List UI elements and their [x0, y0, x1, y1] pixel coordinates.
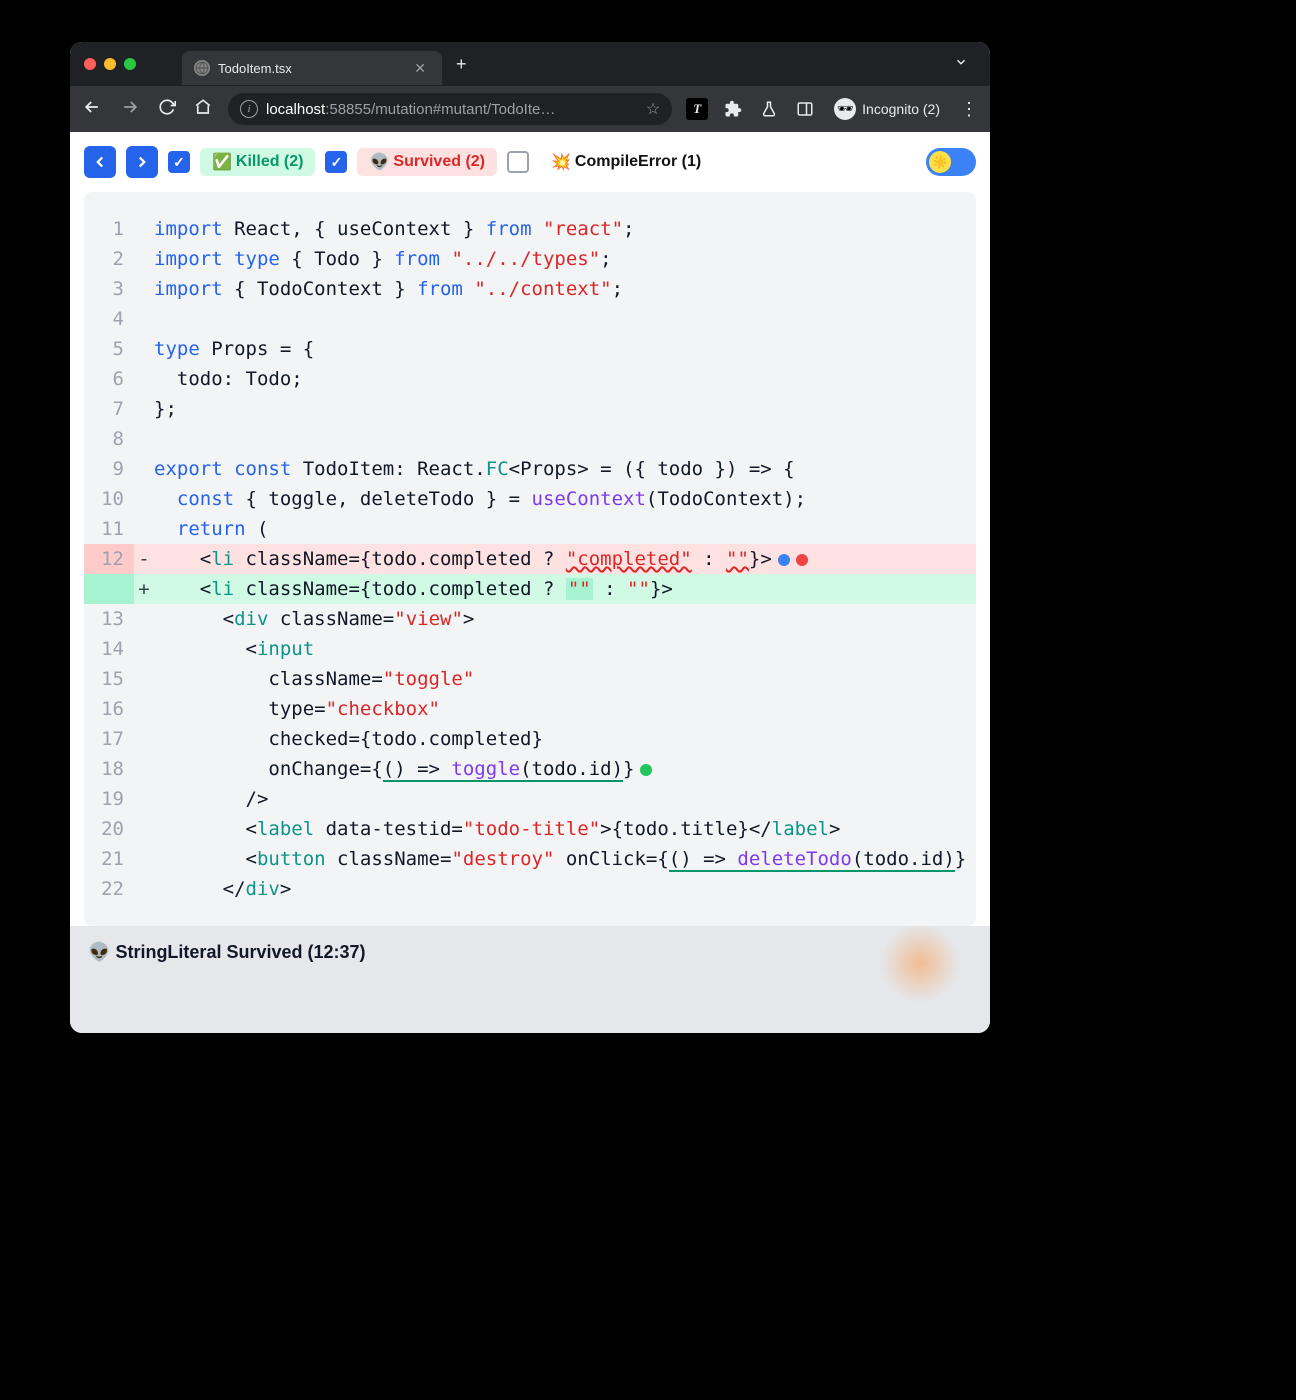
incognito-badge[interactable]: 🕶 Incognito (2) [830, 96, 944, 122]
cursor-glow [880, 923, 960, 1003]
code-text: <li className={todo.completed ? "complet… [154, 544, 808, 574]
mutant-marker-icon[interactable] [796, 554, 808, 566]
code-text: const { toggle, deleteTodo } = useContex… [154, 484, 806, 514]
status-text: StringLiteral Survived (12:37) [115, 942, 365, 962]
line-number: 11 [84, 514, 134, 544]
line-number: 2 [84, 244, 134, 274]
labs-icon[interactable] [758, 98, 780, 120]
line-number: 21 [84, 844, 134, 874]
bookmark-icon[interactable]: ☆ [646, 99, 660, 119]
line-number: 17 [84, 724, 134, 754]
code-text: }; [154, 394, 177, 424]
filter-compileerror-checkbox[interactable] [507, 151, 529, 173]
close-tab-button[interactable]: ✕ [410, 60, 430, 77]
diff-plus-sign: + [134, 574, 154, 604]
app-toolbar: ✅Killed (2) 👽Survived (2) 💥CompileError … [70, 132, 990, 192]
globe-icon [194, 60, 210, 76]
filter-killed-pill[interactable]: ✅Killed (2) [200, 148, 315, 176]
address-bar[interactable]: i localhost:58855/mutation#mutant/TodoIt… [228, 93, 672, 125]
diff-minus-sign: - [134, 544, 154, 574]
tabs-dropdown-button[interactable] [940, 55, 982, 74]
line-number: 22 [84, 874, 134, 904]
code-text: return ( [154, 514, 268, 544]
line-number: 5 [84, 334, 134, 364]
prev-mutant-button[interactable] [84, 146, 116, 178]
code-view[interactable]: 1 import React, { useContext } from "reac… [84, 192, 976, 926]
line-number: 8 [84, 424, 134, 454]
back-button[interactable] [80, 95, 104, 124]
browser-tab[interactable]: TodoItem.tsx ✕ [182, 51, 442, 85]
filter-killed-checkbox[interactable] [168, 151, 190, 173]
theme-toggle[interactable] [926, 148, 976, 176]
code-text: <label data-testid="todo-title">{todo.ti… [154, 814, 840, 844]
line-number: 20 [84, 814, 134, 844]
mutant-marker-icon[interactable] [778, 554, 790, 566]
alien-icon: 👽 [88, 942, 110, 962]
code-text: type Props = { [154, 334, 314, 364]
code-text: className="toggle" [154, 664, 474, 694]
code-text: import { TodoContext } from "../context"… [154, 274, 623, 304]
browser-window: TodoItem.tsx ✕ + i localhost:58855/mutat… [70, 42, 990, 1033]
reload-button[interactable] [156, 96, 178, 123]
code-text: type="checkbox" [154, 694, 440, 724]
line-number: 16 [84, 694, 134, 724]
site-info-icon[interactable]: i [240, 100, 258, 118]
code-text: <div className="view"> [154, 604, 474, 634]
tab-strip: TodoItem.tsx ✕ + [70, 42, 990, 86]
maximize-window-button[interactable] [124, 58, 136, 70]
line-number: 13 [84, 604, 134, 634]
next-mutant-button[interactable] [126, 146, 158, 178]
code-text: export const TodoItem: React.FC<Props> =… [154, 454, 795, 484]
code-text: </div> [154, 874, 291, 904]
home-button[interactable] [192, 96, 214, 123]
browser-toolbar: i localhost:58855/mutation#mutant/TodoIt… [70, 86, 990, 132]
menu-button[interactable]: ⋮ [958, 97, 980, 122]
mutant-marker-icon[interactable] [640, 764, 652, 776]
mutant-status-bar[interactable]: 👽 StringLiteral Survived (12:37) [70, 926, 990, 1033]
tab-title: TodoItem.tsx [218, 61, 402, 76]
code-text: todo: Todo; [154, 364, 303, 394]
diff-removed-line: 12- <li className={todo.completed ? "com… [84, 544, 976, 574]
incognito-icon: 🕶 [834, 98, 856, 120]
code-text: <input [154, 634, 314, 664]
filter-survived-pill[interactable]: 👽Survived (2) [357, 148, 497, 176]
filter-survived-checkbox[interactable] [325, 151, 347, 173]
line-number: 9 [84, 454, 134, 484]
code-text: import React, { useContext } from "react… [154, 214, 634, 244]
forward-button[interactable] [118, 95, 142, 124]
minimize-window-button[interactable] [104, 58, 116, 70]
diff-added-line: + <li className={todo.completed ? "" : "… [84, 574, 976, 604]
line-number: 6 [84, 364, 134, 394]
extensions-icon[interactable] [722, 98, 744, 120]
code-text: <li className={todo.completed ? "" : ""}… [154, 574, 673, 604]
code-text: import type { Todo } from "../../types"; [154, 244, 612, 274]
line-number: 4 [84, 304, 134, 334]
new-tab-button[interactable]: + [456, 54, 467, 75]
line-number: 15 [84, 664, 134, 694]
side-panel-icon[interactable] [794, 98, 816, 120]
extension-t-icon[interactable]: T [686, 98, 708, 120]
window-controls [78, 58, 146, 70]
code-text: <button className="destroy" onClick={() … [154, 844, 976, 874]
filter-compileerror-pill[interactable]: 💥CompileError (1) [539, 148, 713, 176]
close-window-button[interactable] [84, 58, 96, 70]
line-number: 10 [84, 484, 134, 514]
url-text: localhost:58855/mutation#mutant/TodoIte… [266, 101, 638, 118]
line-number: 3 [84, 274, 134, 304]
code-text: /> [154, 784, 268, 814]
code-text: checked={todo.completed} [154, 724, 543, 754]
line-number [84, 574, 134, 604]
line-number: 7 [84, 394, 134, 424]
line-number: 12 [84, 544, 134, 574]
line-number: 19 [84, 784, 134, 814]
line-number: 14 [84, 634, 134, 664]
code-text: onChange={() => toggle(todo.id)} [154, 754, 652, 784]
line-number: 18 [84, 754, 134, 784]
line-number: 1 [84, 214, 134, 244]
